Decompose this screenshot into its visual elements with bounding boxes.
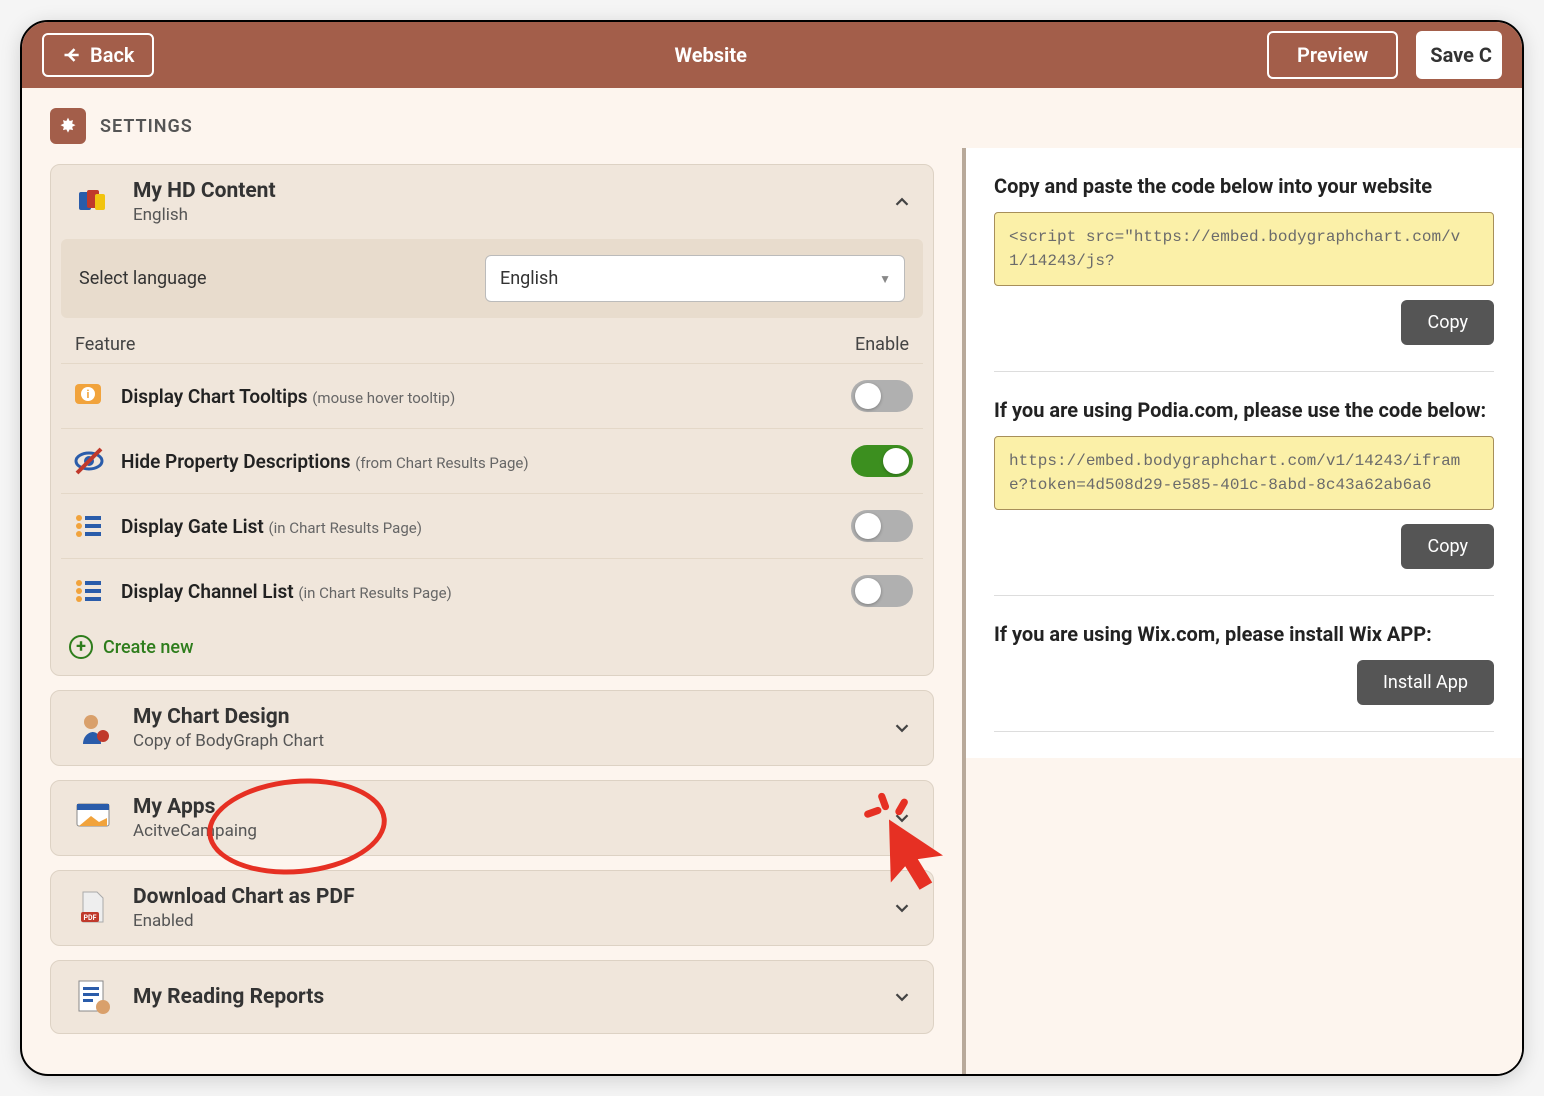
embed-intro-1: Copy and paste the code below into your … xyxy=(994,174,1494,198)
panel-title: My Reading Reports xyxy=(133,985,873,1009)
select-language-label: Select language xyxy=(79,268,207,289)
save-button[interactable]: Save C xyxy=(1416,31,1502,79)
settings-column: SETTINGS My HD Content English xyxy=(22,88,962,1074)
panel-header-reports[interactable]: My Reading Reports xyxy=(51,961,933,1033)
svg-text:i: i xyxy=(87,388,90,401)
chevron-down-icon xyxy=(891,807,913,829)
apps-icon xyxy=(71,796,115,840)
feature-label: Hide Property Descriptions (from Chart R… xyxy=(121,450,837,473)
install-app-button[interactable]: Install App xyxy=(1357,660,1494,705)
channel-list-icon xyxy=(71,573,107,609)
panel-download-pdf: PDF Download Chart as PDF Enabled xyxy=(50,870,934,946)
panel-my-hd-content: My HD Content English Select language En… xyxy=(50,164,934,676)
panel-header-pdf[interactable]: PDF Download Chart as PDF Enabled xyxy=(51,871,933,945)
panel-title: Download Chart as PDF xyxy=(133,885,873,909)
embed-intro-2: If you are using Podia.com, please use t… xyxy=(994,398,1494,422)
panel-title: My HD Content xyxy=(133,179,873,203)
design-icon xyxy=(71,706,115,750)
panel-subtitle: AcitveCampaing xyxy=(133,821,873,841)
copy-button-1[interactable]: Copy xyxy=(1401,300,1494,345)
feature-label: Display Chart Tooltips (mouse hover tool… xyxy=(121,385,837,408)
toggle-tooltips[interactable] xyxy=(851,380,913,412)
feature-row: Hide Property Descriptions (from Chart R… xyxy=(61,428,923,493)
settings-icon xyxy=(50,108,86,144)
gate-list-icon xyxy=(71,508,107,544)
copy-button-2[interactable]: Copy xyxy=(1401,524,1494,569)
language-select[interactable]: English xyxy=(485,255,905,302)
toggle-gate-list[interactable] xyxy=(851,510,913,542)
toggle-channel-list[interactable] xyxy=(851,575,913,607)
feature-row: i Display Chart Tooltips (mouse hover to… xyxy=(61,363,923,428)
feature-label: Display Gate List (in Chart Results Page… xyxy=(121,515,837,538)
panel-header-design[interactable]: My Chart Design Copy of BodyGraph Chart xyxy=(51,691,933,765)
settings-heading: SETTINGS xyxy=(22,88,962,164)
toggle-hide-descriptions[interactable] xyxy=(851,445,913,477)
panel-my-chart-design: My Chart Design Copy of BodyGraph Chart xyxy=(50,690,934,766)
feature-row: Display Channel List (in Chart Results P… xyxy=(61,558,923,623)
arrow-left-icon xyxy=(62,45,82,65)
panel-subtitle: Copy of BodyGraph Chart xyxy=(133,731,873,751)
panel-header-content[interactable]: My HD Content English xyxy=(51,165,933,239)
panel-title: My Apps xyxy=(133,795,873,819)
tooltip-icon: i xyxy=(71,378,107,414)
chevron-down-icon xyxy=(891,897,913,919)
chevron-up-icon xyxy=(891,191,913,213)
plus-icon: + xyxy=(69,635,93,659)
panel-title: My Chart Design xyxy=(133,705,873,729)
create-new-button[interactable]: + Create new xyxy=(61,623,923,661)
content-icon xyxy=(71,180,115,224)
embed-code-2[interactable]: https://embed.bodygraphchart.com/v1/1424… xyxy=(994,436,1494,510)
embed-code-1[interactable]: <script src="https://embed.bodygraphchar… xyxy=(994,212,1494,286)
topbar: Back Website Preview Save C xyxy=(22,22,1522,88)
feature-header-row: Feature Enable xyxy=(61,326,923,363)
embed-heading: EMBED CODE xyxy=(986,148,1156,164)
feature-row: Display Gate List (in Chart Results Page… xyxy=(61,493,923,558)
svg-text:PDF: PDF xyxy=(84,914,97,922)
page-title: Website xyxy=(154,43,1267,67)
panel-subtitle: English xyxy=(133,205,873,225)
reports-icon xyxy=(71,975,115,1019)
back-button[interactable]: Back xyxy=(42,33,154,77)
embed-intro-3: If you are using Wix.com, please install… xyxy=(994,622,1494,646)
embed-column: EMBED CODE Copy and paste the code below… xyxy=(962,148,1522,1074)
panel-my-apps: My Apps AcitveCampaing xyxy=(50,780,934,856)
preview-button[interactable]: Preview xyxy=(1267,31,1398,79)
feature-label: Display Channel List (in Chart Results P… xyxy=(121,580,837,603)
hide-icon xyxy=(71,443,107,479)
back-label: Back xyxy=(90,43,134,67)
panel-subtitle: Enabled xyxy=(133,911,873,931)
panel-header-apps[interactable]: My Apps AcitveCampaing xyxy=(51,781,933,855)
chevron-down-icon xyxy=(891,986,913,1008)
panel-reading-reports: My Reading Reports xyxy=(50,960,934,1034)
pdf-icon: PDF xyxy=(71,886,115,930)
chevron-down-icon xyxy=(891,717,913,739)
language-row: Select language English xyxy=(61,239,923,318)
